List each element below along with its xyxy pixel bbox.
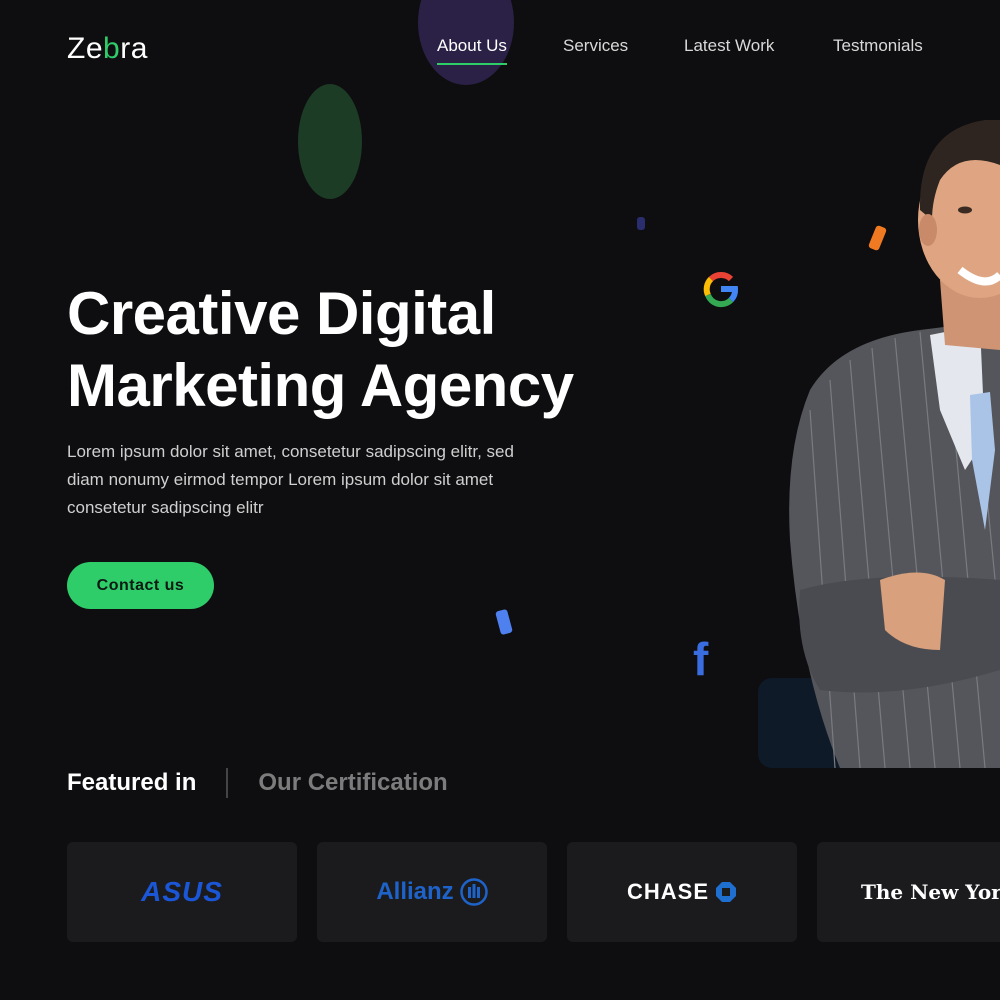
chase-octagon-icon bbox=[716, 882, 736, 902]
hero-title-line-1: Creative Digital bbox=[67, 280, 496, 347]
nyt-logo: The New York Times bbox=[861, 880, 1000, 904]
logo-text-end: ra bbox=[120, 32, 148, 65]
nav-item-label: About Us bbox=[437, 36, 507, 55]
featured-tabs: Featured in Our Certification bbox=[67, 768, 448, 798]
nav-item-label: Testmonials bbox=[833, 36, 923, 55]
nav-item-testimonials[interactable]: Testmonials bbox=[833, 36, 923, 56]
google-icon bbox=[703, 272, 738, 308]
featured-logo-card: CHASE bbox=[567, 842, 797, 942]
logo-text-start: Ze bbox=[67, 32, 104, 65]
nav-item-services[interactable]: Services bbox=[563, 36, 628, 56]
decorative-green-blob bbox=[298, 84, 362, 199]
hero-title-line-2: Marketing Agency bbox=[67, 352, 574, 419]
site-logo[interactable]: Zebra bbox=[67, 32, 148, 66]
chase-logo-text: CHASE bbox=[626, 879, 709, 904]
nav-item-latest-work[interactable]: Latest Work bbox=[684, 36, 774, 56]
nav-item-about-us[interactable]: About Us bbox=[437, 36, 507, 65]
hero-title: Creative Digital Marketing Agency bbox=[67, 278, 574, 422]
tab-featured-in[interactable]: Featured in bbox=[67, 769, 196, 797]
decorative-blue-shard bbox=[495, 608, 513, 636]
nav-active-underline bbox=[437, 63, 507, 65]
featured-logo-card: The New York Times bbox=[817, 842, 1000, 942]
logo-text-accent: b bbox=[103, 32, 121, 65]
featured-logo-card: ASUS bbox=[67, 842, 297, 942]
nav-item-label: Latest Work bbox=[684, 36, 775, 55]
decorative-navy-dot bbox=[637, 217, 645, 230]
businessman-photo bbox=[789, 120, 1000, 768]
facebook-icon: f bbox=[693, 633, 709, 685]
hero-description: Lorem ipsum dolor sit amet, consetetur s… bbox=[67, 442, 514, 517]
featured-logo-card: Allianz bbox=[317, 842, 547, 942]
chase-logo: CHASE bbox=[627, 879, 737, 905]
contact-us-button[interactable]: Contact us bbox=[67, 562, 214, 609]
asus-logo: ASUS bbox=[141, 876, 223, 907]
allianz-logo-text: Allianz bbox=[376, 878, 454, 905]
allianz-eagle-icon bbox=[459, 878, 488, 906]
tab-divider bbox=[226, 768, 229, 798]
allianz-logo: Allianz bbox=[376, 878, 488, 906]
tab-our-certification[interactable]: Our Certification bbox=[258, 769, 447, 797]
nav-item-label: Services bbox=[563, 36, 629, 55]
